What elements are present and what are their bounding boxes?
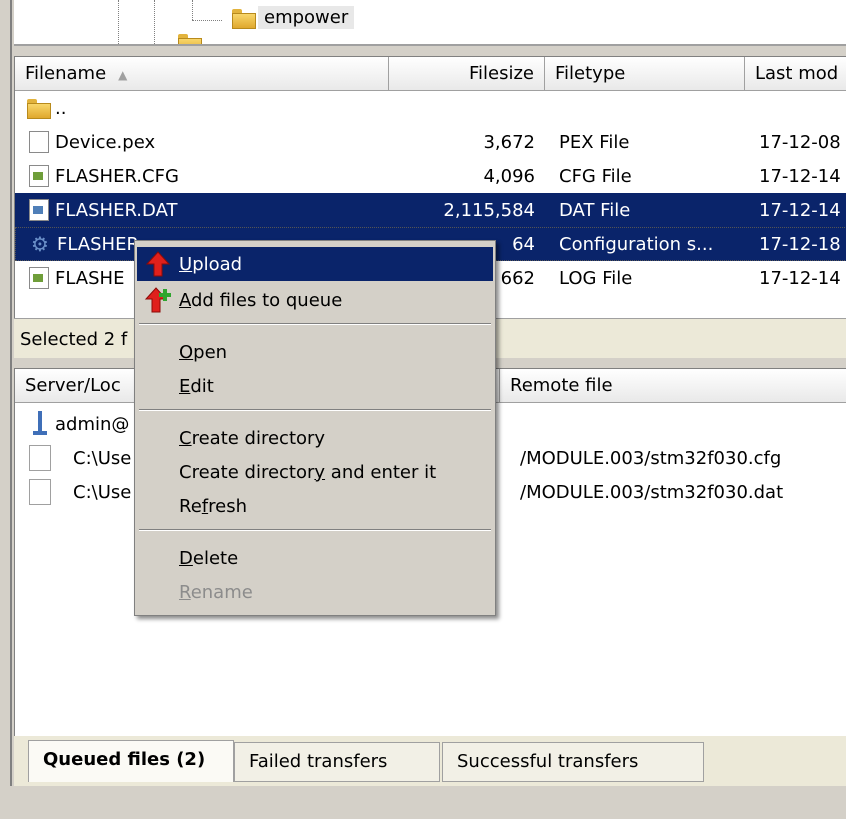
menu-item-open[interactable]: Open xyxy=(137,335,493,369)
column-header-filename[interactable]: Filename ▲ xyxy=(15,57,389,91)
menu-item-delete[interactable]: Delete xyxy=(137,541,493,575)
menu-item-refresh[interactable]: Refresh xyxy=(137,489,493,523)
tree-guide-line xyxy=(192,0,193,20)
window-left-border xyxy=(0,0,12,819)
queue-item-icon xyxy=(29,445,51,471)
menu-item-label: Add files to queue xyxy=(179,289,343,311)
add-to-queue-icon xyxy=(144,287,171,313)
file-date: 17-12-08 xyxy=(759,131,841,153)
file-size: 4,096 xyxy=(483,165,535,187)
tree-folder-label: empower xyxy=(258,6,355,29)
data-file-icon xyxy=(29,199,49,221)
file-context-menu: Upload Add files to queue Open Edit Crea… xyxy=(134,240,496,616)
config-file-icon xyxy=(29,165,49,187)
column-header-filetype[interactable]: Filetype xyxy=(545,57,745,91)
tree-folder-empower[interactable]: empower xyxy=(232,6,355,29)
file-size: 3,672 xyxy=(483,131,535,153)
queue-server-name: admin@ xyxy=(55,413,130,435)
column-header-label: Filename xyxy=(25,63,107,84)
column-header-remote-file[interactable]: Remote file xyxy=(500,369,846,403)
selection-status-text: Selected 2 f xyxy=(20,329,128,350)
tree-guide-line xyxy=(118,0,119,44)
menu-separator xyxy=(139,529,491,531)
menu-item-label: Edit xyxy=(179,375,214,397)
menu-item-rename: Rename xyxy=(137,575,493,609)
file-name: .. xyxy=(55,97,67,119)
upload-arrow-icon xyxy=(145,251,171,277)
log-file-icon xyxy=(29,267,49,289)
folder-icon xyxy=(27,99,51,119)
menu-item-label: Delete xyxy=(179,547,239,569)
file-date: 17-12-14 xyxy=(759,165,841,187)
file-name: FLASHER.CFG xyxy=(55,165,179,187)
tab-successful-transfers[interactable]: Successful transfers xyxy=(442,742,704,782)
menu-item-create-directory-enter[interactable]: Create directory and enter it xyxy=(137,455,493,489)
file-date: 17-12-14 xyxy=(759,199,841,221)
menu-item-add-to-queue[interactable]: Add files to queue xyxy=(137,283,493,317)
queue-remote-path: /MODULE.003/stm32f030.cfg xyxy=(520,447,782,469)
menu-separator xyxy=(139,323,491,325)
menu-item-upload[interactable]: Upload xyxy=(137,247,493,281)
queue-remote-path: /MODULE.003/stm32f030.dat xyxy=(520,481,784,503)
menu-item-label: Upload xyxy=(179,253,243,275)
file-name: Device.pex xyxy=(55,131,156,153)
sort-ascending-icon: ▲ xyxy=(118,68,128,82)
file-row[interactable]: Device.pex 3,672 PEX File 17-12-08 xyxy=(15,125,846,159)
file-size: 2,115,584 xyxy=(443,199,535,221)
file-row-selected[interactable]: FLASHER.DAT 2,115,584 DAT File 17-12-14 xyxy=(15,193,846,227)
settings-file-icon: ⚙ xyxy=(31,233,49,255)
file-date: 17-12-14 xyxy=(759,267,841,289)
menu-item-label: Create directory xyxy=(179,427,326,449)
file-type: Configuration s... xyxy=(559,233,714,255)
column-header-lastmod[interactable]: Last mod xyxy=(745,57,846,91)
file-date: 17-12-18 xyxy=(759,233,841,255)
menu-item-label: Open xyxy=(179,341,228,363)
file-type: PEX File xyxy=(559,131,630,153)
file-name: FLASHER xyxy=(57,233,139,255)
file-name: FLASHER.DAT xyxy=(55,199,178,221)
queue-tabs: Queued files (2) Failed transfers Succes… xyxy=(14,736,846,786)
server-icon xyxy=(33,411,47,437)
menu-item-label: Create directory and enter it xyxy=(179,461,437,483)
menu-item-label: Rename xyxy=(179,581,253,603)
menu-item-edit[interactable]: Edit xyxy=(137,369,493,403)
file-type: DAT File xyxy=(559,199,631,221)
menu-item-create-directory[interactable]: Create directory xyxy=(137,421,493,455)
file-list-header: Filename ▲ Filesize Filetype Last mod xyxy=(15,57,846,91)
file-icon xyxy=(29,131,49,153)
file-type: CFG File xyxy=(559,165,632,187)
tab-failed-transfers[interactable]: Failed transfers xyxy=(234,742,440,782)
file-name: FLASHE xyxy=(55,267,125,289)
folder-icon xyxy=(232,8,256,29)
tree-guide-line xyxy=(192,20,222,21)
menu-separator xyxy=(139,409,491,411)
queue-item-icon xyxy=(29,479,51,505)
file-row-parent[interactable]: .. xyxy=(15,91,846,125)
file-row[interactable]: FLASHER.CFG 4,096 CFG File 17-12-14 xyxy=(15,159,846,193)
local-directory-tree[interactable]: empower xyxy=(14,0,846,46)
main-status-bar xyxy=(0,786,846,819)
menu-item-label: Refresh xyxy=(179,495,247,517)
tree-guide-line xyxy=(154,0,155,44)
file-type: LOG File xyxy=(559,267,633,289)
folder-icon xyxy=(178,34,202,44)
tab-queued-files[interactable]: Queued files (2) xyxy=(28,740,234,782)
column-header-filesize[interactable]: Filesize xyxy=(389,57,545,91)
